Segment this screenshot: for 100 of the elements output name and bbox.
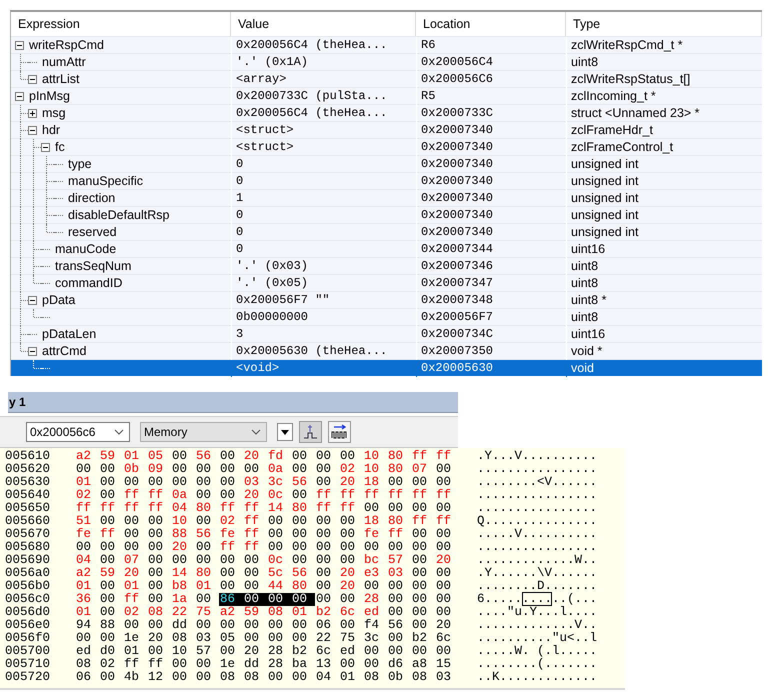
collapse-icon[interactable] bbox=[15, 41, 24, 50]
hex-byte: 00 bbox=[219, 619, 236, 632]
dropdown-button[interactable] bbox=[277, 423, 293, 441]
hex-byte: 03 bbox=[435, 671, 452, 684]
hex-byte: 14 bbox=[171, 567, 188, 580]
watch-row[interactable]: pDataLen 3 0x2000734C uint16 bbox=[11, 325, 762, 342]
hex-byte: 00 bbox=[411, 619, 428, 632]
ascii-text: ................ bbox=[477, 502, 598, 515]
collapse-icon[interactable] bbox=[15, 92, 24, 101]
watch-row[interactable]: numAttr '.' (0x1A) 0x200056C4 uint8 bbox=[11, 53, 762, 70]
watch-row[interactable]: <void> 0x20005630 void bbox=[11, 359, 762, 376]
expression-text: disableDefaultRsp bbox=[67, 207, 170, 224]
collapse-icon[interactable] bbox=[28, 75, 37, 84]
ascii-text: ........(....... bbox=[477, 658, 598, 671]
hex-byte: ff bbox=[123, 489, 140, 502]
ascii-text: .....W. (.l..... bbox=[477, 645, 598, 658]
hex-byte: 00 bbox=[339, 554, 356, 567]
hex-byte: 00 bbox=[339, 528, 356, 541]
hex-byte: 00 bbox=[195, 541, 212, 554]
hex-byte: 00 bbox=[291, 515, 308, 528]
ascii-text: .....V.......... bbox=[477, 528, 598, 541]
hex-byte: 00 bbox=[411, 476, 428, 489]
hex-byte: ff bbox=[339, 502, 356, 515]
hex-byte: 59 bbox=[99, 567, 116, 580]
collapse-icon[interactable] bbox=[28, 347, 37, 356]
hex-byte: ff bbox=[243, 528, 260, 541]
watch-row[interactable]: commandID '.' (0x05) 0x20007347 uint8 bbox=[11, 274, 762, 291]
hex-byte: 00 bbox=[147, 593, 164, 606]
collapse-icon[interactable] bbox=[28, 296, 37, 305]
watch-row[interactable]: transSeqNum '.' (0x03) 0x20007346 uint8 bbox=[11, 257, 762, 274]
watch-row[interactable]: attrCmd 0x20005630 (theHea... 0x20007350 void * bbox=[11, 342, 762, 359]
hex-byte: 00 bbox=[99, 671, 116, 684]
hex-byte: 6c bbox=[435, 632, 452, 645]
expression-text: pDataLen bbox=[41, 326, 96, 343]
hex-byte: 00 bbox=[219, 463, 236, 476]
watch-row[interactable]: manuSpecific 0 0x20007340 unsigned int bbox=[11, 172, 762, 189]
hex-byte: 08 bbox=[219, 671, 236, 684]
watch-row[interactable]: manuCode 0 0x20007344 uint16 bbox=[11, 240, 762, 257]
step-button[interactable] bbox=[299, 421, 322, 443]
hex-byte: ff bbox=[243, 515, 260, 528]
hex-byte: 20 bbox=[339, 476, 356, 489]
hex-byte: 00 bbox=[267, 593, 291, 606]
hex-byte: 00 bbox=[195, 619, 212, 632]
hex-byte: 20 bbox=[243, 450, 260, 463]
hex-byte: 00 bbox=[315, 528, 332, 541]
hex-byte: ff bbox=[435, 515, 452, 528]
watch-row[interactable]: msg 0x200056C4 (theHea... 0x2000733C struct <Unnamed 23> * bbox=[11, 104, 762, 121]
hex-byte: 00 bbox=[219, 645, 236, 658]
hex-byte: 01 bbox=[195, 580, 212, 593]
zone-dropdown[interactable]: Memory bbox=[140, 422, 267, 442]
hex-byte: ff bbox=[147, 658, 164, 671]
run-button[interactable] bbox=[328, 421, 351, 443]
hex-byte: 00 bbox=[435, 580, 452, 593]
hex-byte: 56 bbox=[291, 567, 308, 580]
watch-row[interactable]: pInMsg 0x2000733C (pulSta... R5 zclIncoming_t * bbox=[11, 87, 762, 104]
hex-byte: ff bbox=[75, 502, 92, 515]
hex-byte: b8 bbox=[171, 580, 188, 593]
watch-row[interactable]: 0b00000000 0x200056F7 uint8 bbox=[11, 308, 762, 325]
hex-byte: 00 bbox=[291, 463, 308, 476]
hex-byte: ff bbox=[339, 489, 356, 502]
hex-byte: 00 bbox=[339, 450, 356, 463]
expression-text: numAttr bbox=[41, 54, 86, 71]
hex-byte: 00 bbox=[99, 554, 116, 567]
address-label: 0056a0 bbox=[4, 567, 52, 580]
hex-byte: 03 bbox=[243, 476, 260, 489]
hex-byte: 02 bbox=[123, 606, 140, 619]
hex-byte: 3c bbox=[267, 476, 284, 489]
type-cell: void bbox=[566, 360, 762, 377]
hex-byte: 00 bbox=[411, 554, 428, 567]
hex-byte: ff bbox=[123, 658, 140, 671]
hex-byte: 00 bbox=[147, 567, 164, 580]
watch-row[interactable]: reserved 0 0x20007340 unsigned int bbox=[11, 223, 762, 240]
hex-byte: 00 bbox=[219, 450, 236, 463]
hex-byte: bc bbox=[363, 554, 380, 567]
watch-row[interactable]: writeRspCmd 0x200056C4 (theHea... R6 zclWriteRspCmd_t * bbox=[11, 36, 762, 53]
expression-text: fc bbox=[54, 139, 65, 156]
watch-row[interactable]: attrList <array> 0x200056C6 zclWriteRspStatus_t[] bbox=[11, 70, 762, 87]
hex-byte: 80 bbox=[291, 580, 308, 593]
watch-row[interactable]: fc <struct> 0x20007340 zclFrameControl_t bbox=[11, 138, 762, 155]
hex-byte: 00 bbox=[291, 541, 308, 554]
hex-byte: 00 bbox=[315, 541, 332, 554]
watch-row[interactable]: pData 0x200056F7 "" 0x20007348 uint8 * bbox=[11, 291, 762, 308]
hex-byte: 20 bbox=[171, 541, 188, 554]
zone-value: Memory bbox=[144, 425, 188, 439]
watch-row[interactable]: disableDefaultRsp 0 0x20007340 unsigned int bbox=[11, 206, 762, 223]
hex-byte: 00 bbox=[387, 632, 404, 645]
watch-row[interactable]: type 0 0x20007340 unsigned int bbox=[11, 155, 762, 172]
collapse-icon[interactable] bbox=[41, 143, 50, 152]
hex-byte: ff bbox=[411, 515, 428, 528]
hex-byte: 00 bbox=[363, 580, 380, 593]
hex-byte: 00 bbox=[147, 515, 164, 528]
hex-byte: ff bbox=[99, 528, 116, 541]
collapse-icon[interactable] bbox=[28, 126, 37, 135]
expand-icon[interactable] bbox=[28, 109, 37, 118]
hex-byte: 00 bbox=[219, 489, 236, 502]
hex-byte: 00 bbox=[123, 541, 140, 554]
watch-row[interactable]: hdr <struct> 0x20007340 zclFrameHdr_t bbox=[11, 121, 762, 138]
watch-row[interactable]: direction 1 0x20007340 unsigned int bbox=[11, 189, 762, 206]
address-field[interactable]: 0x200056c6 bbox=[26, 422, 130, 442]
hex-byte: 00 bbox=[75, 463, 92, 476]
